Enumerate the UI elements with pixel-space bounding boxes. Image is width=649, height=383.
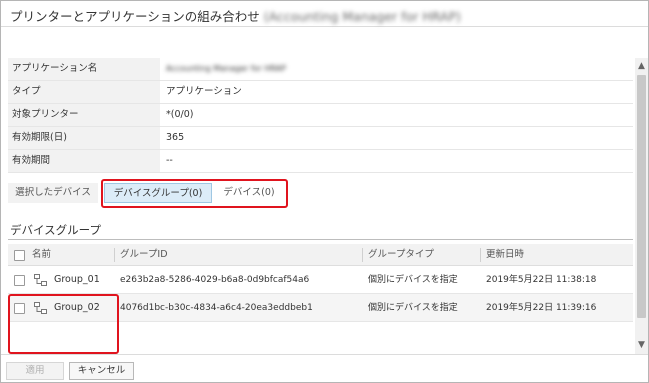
prop-value: 365 xyxy=(166,132,185,143)
row-checkbox[interactable] xyxy=(14,275,25,286)
column-separator xyxy=(480,248,481,262)
dialog: プリンターとアプリケーションの組み合わせ (Accounting Manager… xyxy=(0,0,649,383)
tab-selected-devices[interactable]: 選択したデバイス xyxy=(8,183,98,203)
column-header-group-type[interactable]: グループタイプ xyxy=(368,244,434,266)
dialog-footer: 適用 キャンセル xyxy=(1,354,648,382)
prop-row-type: タイプ アプリケーション xyxy=(8,81,633,104)
dialog-title-app: (Accounting Manager for HRAP) xyxy=(263,9,461,24)
title-bar: プリンターとアプリケーションの組み合わせ (Accounting Manager… xyxy=(1,1,648,27)
prop-label: 対象プリンター xyxy=(8,104,160,126)
prop-row-expiry-days: 有効期限(日) 365 xyxy=(8,127,633,150)
prop-label: タイプ xyxy=(8,81,160,103)
prop-row-app-name: アプリケーション名 Accounting Manager for HRAP xyxy=(8,58,633,81)
properties-table: アプリケーション名 Accounting Manager for HRAP タイ… xyxy=(8,58,633,173)
column-header-name[interactable]: 名前 xyxy=(32,244,51,266)
cell-group-type: 個別にデバイスを指定 xyxy=(368,275,458,285)
cell-name: Group_01 xyxy=(54,274,100,285)
prop-value: アプリケーション xyxy=(166,86,242,97)
column-separator xyxy=(114,248,115,262)
scroll-up-icon[interactable]: ▲ xyxy=(635,60,648,73)
device-group-icon xyxy=(34,274,47,286)
column-header-updated[interactable]: 更新日時 xyxy=(486,244,524,266)
cancel-button[interactable]: キャンセル xyxy=(69,362,134,380)
dialog-content: アプリケーション名 Accounting Manager for HRAP タイ… xyxy=(1,28,648,354)
highlight-box-groups xyxy=(8,294,119,354)
grid-header: 名前 グループID グループタイプ 更新日時 xyxy=(8,244,633,266)
prop-value: Accounting Manager for HRAP xyxy=(166,64,286,73)
vertical-scrollbar[interactable]: ▲ ▼ xyxy=(635,58,648,354)
cell-group-type: 個別にデバイスを指定 xyxy=(368,303,458,313)
section-title: デバイスグループ xyxy=(10,223,101,237)
highlight-box-tabs xyxy=(101,179,288,208)
prop-value: *(0/0) xyxy=(166,109,194,120)
prop-row-target-printer: 対象プリンター *(0/0) xyxy=(8,104,633,127)
prop-label: 有効期限(日) xyxy=(8,127,160,149)
column-header-group-id[interactable]: グループID xyxy=(120,244,168,266)
prop-row-valid-period: 有効期間 -- xyxy=(8,150,633,173)
prop-value: -- xyxy=(166,155,173,166)
cell-group-id: e263b2a8-5286-4029-b6a8-0d9bfcaf54a6 xyxy=(120,275,310,285)
table-row[interactable]: Group_01 e263b2a8-5286-4029-b6a8-0d9bfca… xyxy=(8,266,633,294)
select-all-checkbox[interactable] xyxy=(14,250,25,261)
cell-group-id: 4076d1bc-b30c-4834-a6c4-20ea3eddbeb1 xyxy=(120,303,313,313)
scroll-down-icon[interactable]: ▼ xyxy=(635,339,648,352)
dialog-title-text: プリンターとアプリケーションの組み合わせ xyxy=(10,9,260,24)
column-separator xyxy=(362,248,363,262)
cell-updated: 2019年5月22日 11:38:18 xyxy=(486,275,597,285)
prop-label: 有効期間 xyxy=(8,150,160,172)
scroll-area: アプリケーション名 Accounting Manager for HRAP タイ… xyxy=(8,58,633,354)
dialog-title: プリンターとアプリケーションの組み合わせ (Accounting Manager… xyxy=(10,6,461,25)
scrollbar-thumb[interactable] xyxy=(637,75,646,318)
divider xyxy=(8,239,633,240)
apply-button[interactable]: 適用 xyxy=(6,362,64,380)
cell-updated: 2019年5月22日 11:39:16 xyxy=(486,303,597,313)
prop-label: アプリケーション名 xyxy=(8,58,160,80)
